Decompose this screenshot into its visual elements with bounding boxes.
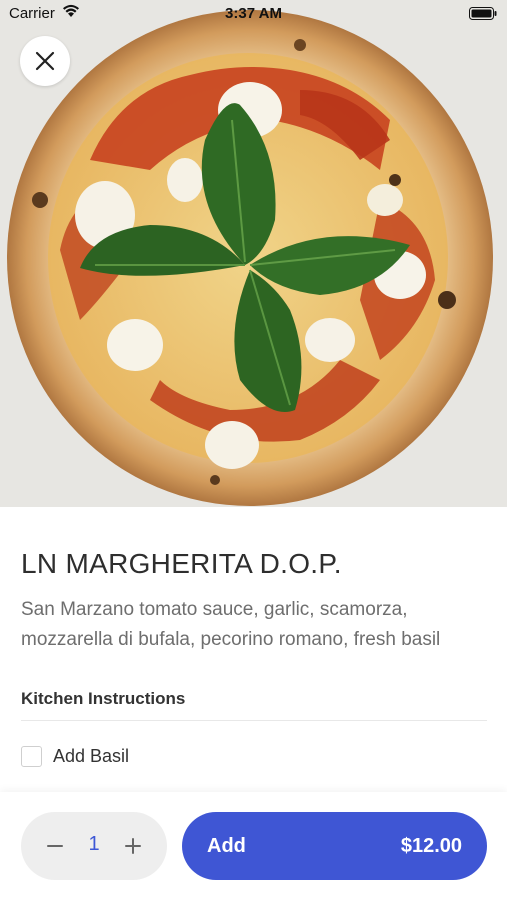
- divider: [21, 720, 487, 721]
- plus-icon: [125, 838, 141, 854]
- item-title: LN MARGHERITA D.O.P.: [21, 548, 342, 579]
- bottom-action-bar: 1 Add $12.00: [0, 792, 507, 900]
- status-bar: Carrier 3:37 AM: [0, 0, 507, 26]
- add-button-label: Add: [207, 834, 246, 857]
- close-button[interactable]: [20, 36, 70, 86]
- close-icon: [35, 51, 55, 71]
- status-time: 3:37 AM: [225, 5, 282, 22]
- add-basil-checkbox[interactable]: [21, 745, 42, 767]
- add-to-cart-button[interactable]: Add $12.00: [182, 812, 487, 880]
- pizza-illustration: [0, 0, 507, 507]
- decrement-button[interactable]: [35, 826, 75, 866]
- increment-button[interactable]: [113, 826, 153, 866]
- pizza-image: [0, 0, 507, 507]
- battery-icon: [469, 7, 497, 25]
- item-description: San Marzano tomato sauce, garlic, scamor…: [21, 599, 441, 650]
- minus-icon: [47, 845, 63, 847]
- quantity-stepper: 1: [21, 812, 167, 880]
- quantity-value: 1: [88, 833, 100, 855]
- option-add-basil[interactable]: Add Basil: [21, 743, 487, 769]
- add-button-price: $12.00: [400, 834, 462, 857]
- option-label: Add Basil: [53, 745, 130, 766]
- kitchen-instructions-heading: Kitchen Instructions: [21, 689, 186, 708]
